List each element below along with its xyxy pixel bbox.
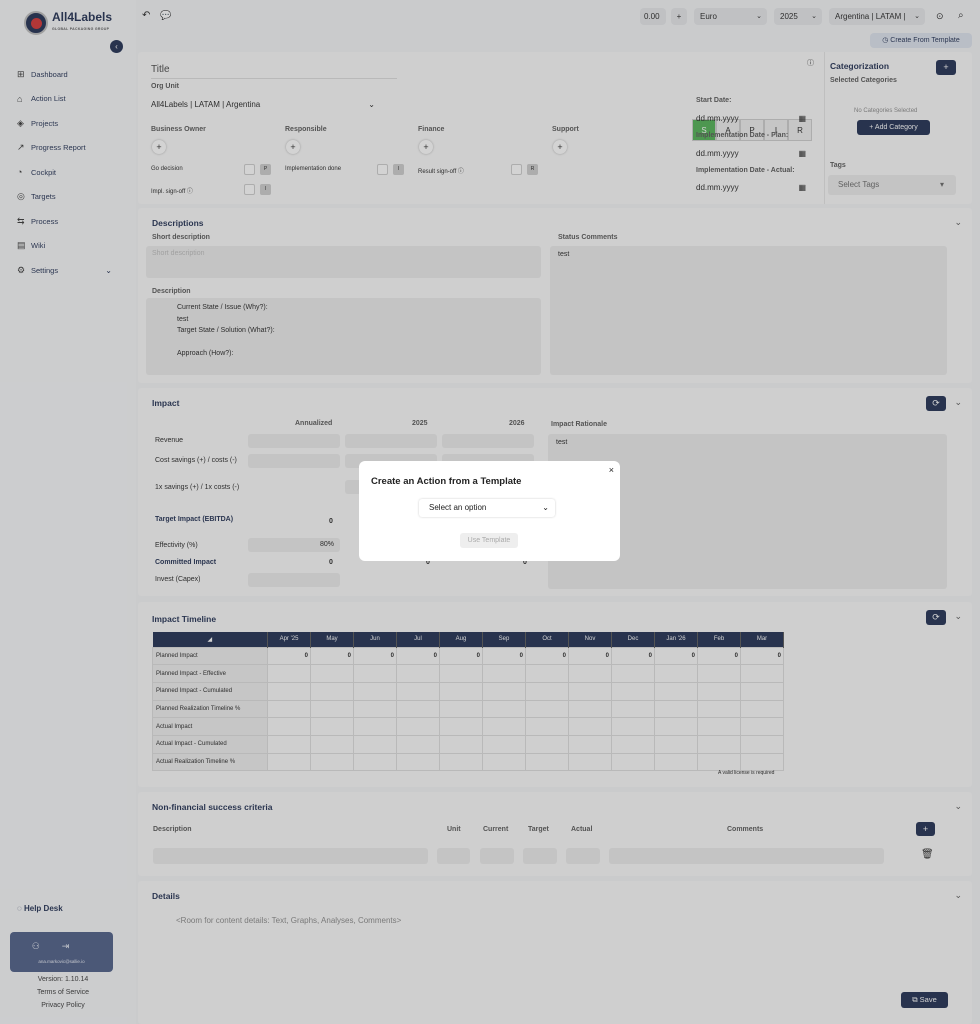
use-template-button[interactable]: Use Template [460,533,518,548]
template-select[interactable]: Select an option ⌄ [419,499,555,517]
modal-title: Create an Action from a Template [371,476,522,487]
close-icon[interactable]: × [609,465,614,475]
chevron-down-icon: ⌄ [542,503,549,512]
template-modal: × Create an Action from a Template Selec… [359,461,620,561]
